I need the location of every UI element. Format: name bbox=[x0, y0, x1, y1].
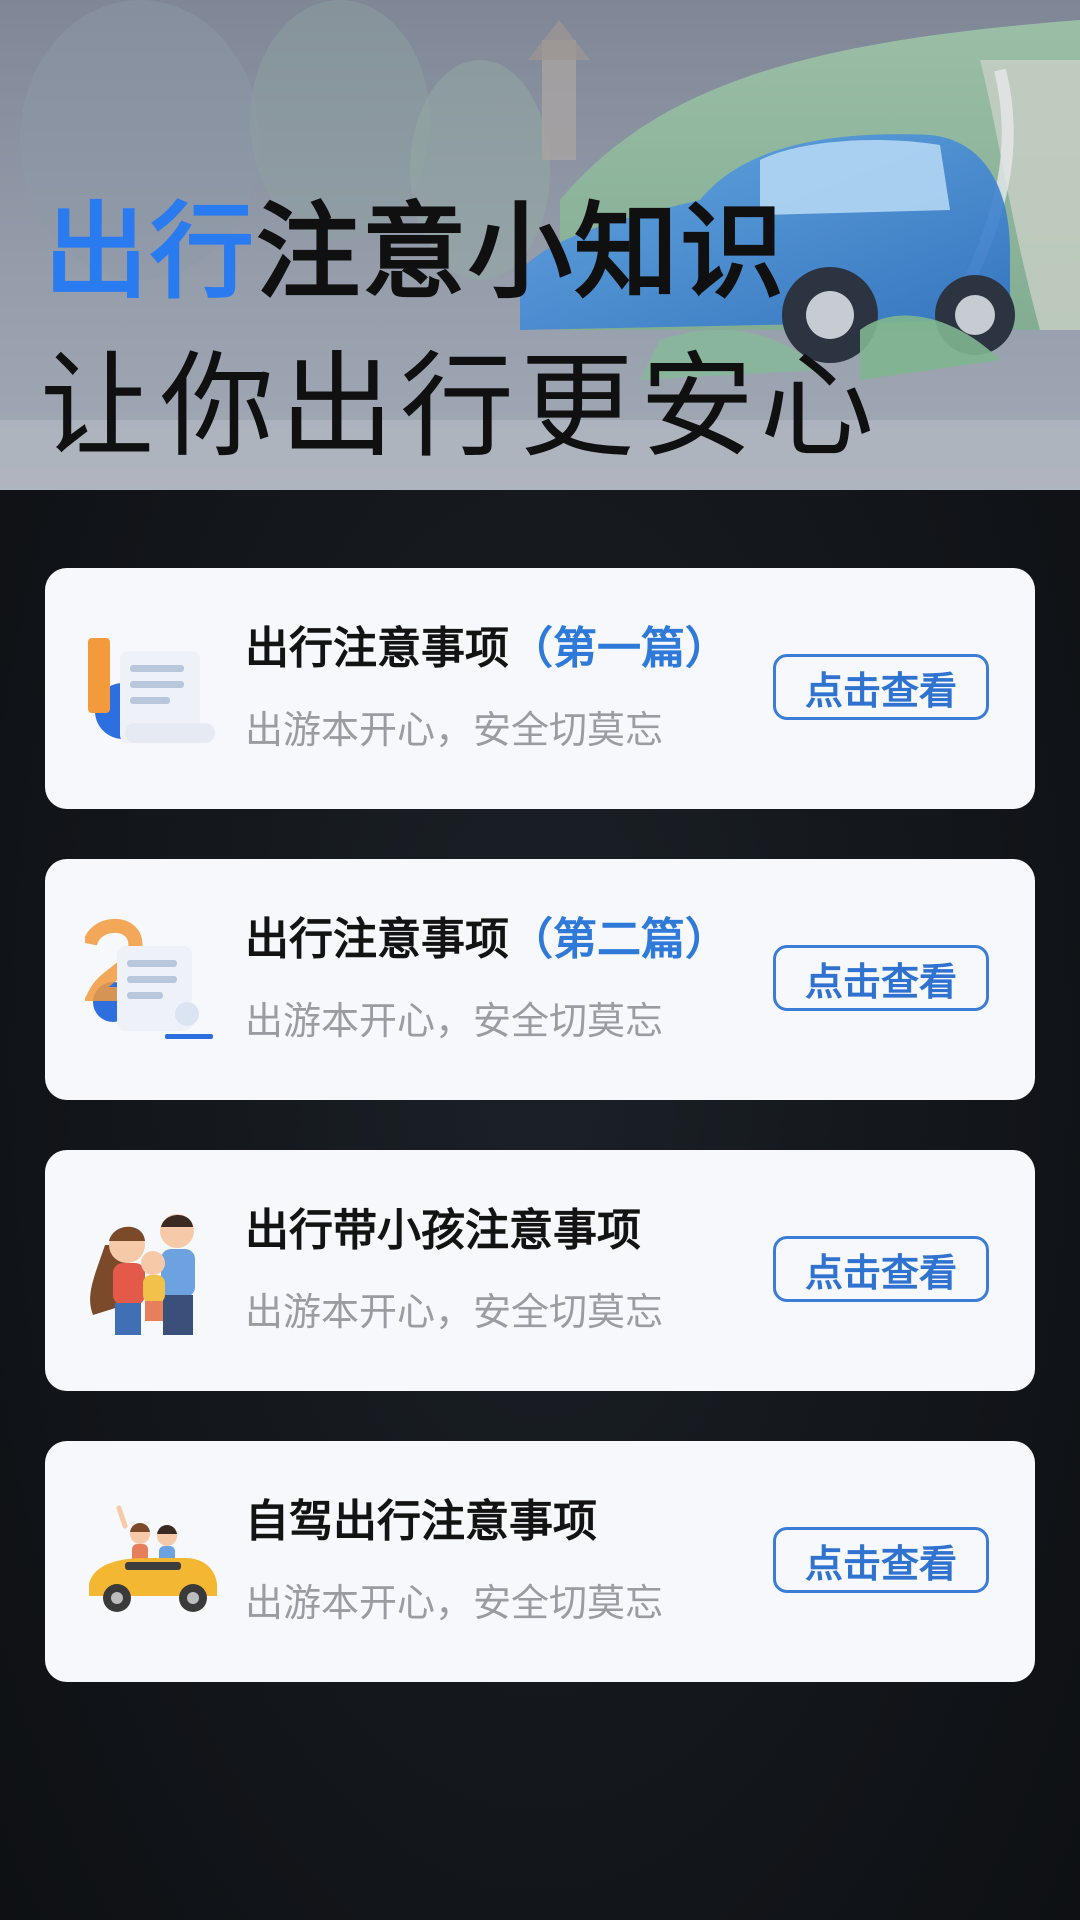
card-title-text: 出行注意事项 bbox=[245, 623, 509, 674]
document-number-2-icon bbox=[85, 918, 213, 1039]
card-title: 出行带小孩注意事项 bbox=[245, 1205, 641, 1258]
card-title: 出行注意事项（第一篇） bbox=[245, 623, 729, 676]
document-number-1-icon bbox=[88, 638, 215, 743]
card-title-part: （第一篇） bbox=[509, 623, 729, 674]
card-title-text: 出行注意事项 bbox=[245, 914, 509, 965]
view-button[interactable]: 点击查看 bbox=[773, 1236, 989, 1302]
article-card[interactable]: 出行带小孩注意事项 出游本开心，安全切莫忘 点击查看 bbox=[45, 1150, 1035, 1391]
hero-title-accent: 出行 bbox=[44, 191, 257, 313]
card-title-text: 出行带小孩注意事项 bbox=[245, 1205, 641, 1256]
article-list: 出行注意事项（第一篇） 出游本开心，安全切莫忘 点击查看 出行注意事项（第二篇）… bbox=[45, 568, 1035, 1732]
article-card[interactable]: 自驾出行注意事项 出游本开心，安全切莫忘 点击查看 bbox=[45, 1441, 1035, 1682]
card-title-text: 自驾出行注意事项 bbox=[245, 1496, 597, 1547]
card-title: 出行注意事项（第二篇） bbox=[245, 914, 729, 967]
convertible-car-icon bbox=[89, 1505, 217, 1612]
view-button[interactable]: 点击查看 bbox=[773, 945, 989, 1011]
screen: 出行注意小知识 让你出行更安心 出行注意事项（第一篇） 出游本开心，安全切莫忘 … bbox=[0, 0, 1080, 1920]
hero-subtitle: 让你出行更安心 bbox=[40, 340, 881, 473]
article-card[interactable]: 出行注意事项（第一篇） 出游本开心，安全切莫忘 点击查看 bbox=[45, 568, 1035, 809]
hero-banner: 出行注意小知识 让你出行更安心 bbox=[0, 0, 1080, 490]
card-subtitle: 出游本开心，安全切莫忘 bbox=[245, 1290, 664, 1334]
card-subtitle: 出游本开心，安全切莫忘 bbox=[245, 708, 664, 752]
view-button[interactable]: 点击查看 bbox=[773, 654, 989, 720]
hero-title: 出行注意小知识 bbox=[44, 200, 786, 304]
family-icon bbox=[90, 1214, 195, 1335]
hero-title-rest: 注意小知识 bbox=[256, 191, 787, 313]
card-title-part: （第二篇） bbox=[509, 914, 729, 965]
card-subtitle: 出游本开心，安全切莫忘 bbox=[245, 1581, 664, 1625]
article-card[interactable]: 出行注意事项（第二篇） 出游本开心，安全切莫忘 点击查看 bbox=[45, 859, 1035, 1100]
card-title: 自驾出行注意事项 bbox=[245, 1496, 597, 1549]
card-subtitle: 出游本开心，安全切莫忘 bbox=[245, 999, 664, 1043]
view-button[interactable]: 点击查看 bbox=[773, 1527, 989, 1593]
